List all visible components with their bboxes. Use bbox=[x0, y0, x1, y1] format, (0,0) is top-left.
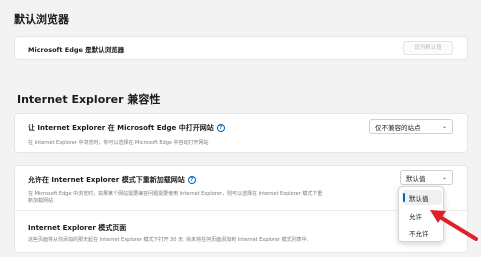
selected-indicator bbox=[403, 193, 405, 202]
ie-reload-title: 允许在 Internet Explorer 模式下重新加载网站 bbox=[28, 176, 185, 184]
ie-pages-description: 这些页面将从你添加的那天起在 Internet Explorer 模式下打开 3… bbox=[28, 237, 309, 243]
default-browser-heading: 默认浏览器 bbox=[14, 13, 69, 26]
default-browser-label: Microsoft Edge 是默认浏览器 bbox=[28, 46, 125, 54]
option-allow[interactable]: 允许 bbox=[409, 211, 422, 221]
info-icon[interactable]: ? bbox=[187, 176, 196, 184]
ie-open-description: 在 Internet Explorer 中浏览时，你可以选择在 Microsof… bbox=[28, 140, 209, 146]
chevron-down-icon: ⌄ bbox=[441, 174, 447, 181]
ie-reload-dropdown[interactable]: 默认值 ⌄ bbox=[400, 170, 453, 185]
set-default-button[interactable]: 设为默认值 bbox=[403, 41, 453, 55]
info-icon[interactable]: ? bbox=[216, 124, 225, 132]
chevron-down-icon: ⌄ bbox=[441, 123, 447, 130]
ie-reload-dropdown-value: 默认值 bbox=[406, 174, 426, 183]
ie-reload-description-line1: 在 Microsoft Edge 中浏览时，如果某个网站需要兼容问题需要使用 I… bbox=[28, 191, 323, 197]
ie-open-card: 让 Internet Explorer 在 Microsoft Edge 中打开… bbox=[14, 113, 468, 153]
ie-open-title: 让 Internet Explorer 在 Microsoft Edge 中打开… bbox=[28, 124, 214, 132]
ie-pages-title: Internet Explorer 模式页面 bbox=[28, 224, 127, 232]
ie-open-dropdown[interactable]: 仅不兼容的站点 ⌄ bbox=[369, 119, 453, 134]
ie-compat-heading: Internet Explorer 兼容性 bbox=[17, 93, 161, 106]
ie-reload-description-line2: 新加载网站 bbox=[28, 198, 54, 204]
ie-open-dropdown-value: 仅不兼容的站点 bbox=[375, 123, 421, 132]
ie-reload-title-row: 允许在 Internet Explorer 模式下重新加载网站? bbox=[28, 175, 196, 185]
option-default[interactable]: 默认值 bbox=[409, 193, 429, 203]
default-browser-card: Microsoft Edge 是默认浏览器 设为默认值 bbox=[14, 36, 468, 60]
red-arrow-annotation bbox=[430, 210, 478, 241]
ie-open-title-row: 让 Internet Explorer 在 Microsoft Edge 中打开… bbox=[28, 123, 225, 133]
